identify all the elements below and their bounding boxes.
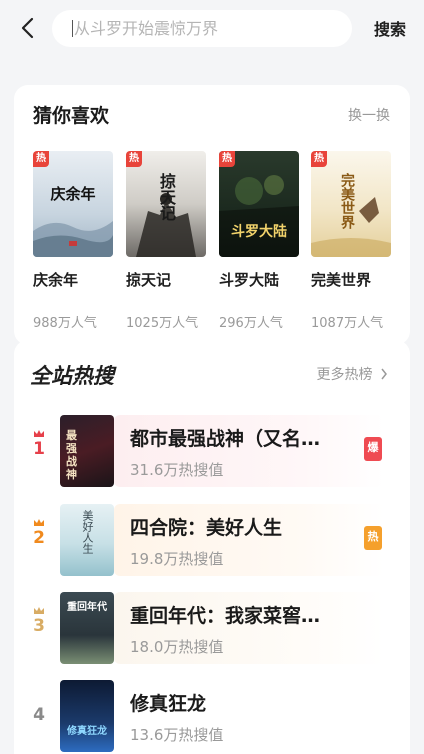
book-cover: 热 完美世界 [311,151,391,257]
crown-icon [34,607,44,614]
rank-number: 2 [33,528,45,548]
cover-title: 庆余年 [50,185,96,203]
hot-search-row[interactable]: 4 修真狂龙 修真狂龙 13.6万热搜值 [14,680,410,752]
hot-search-row[interactable]: 1 最强战神 都市最强战神（又名… 31.6万热搜值 爆 [14,415,410,487]
cover-title: 斗罗大陆 [231,224,287,240]
book-cover: 热 庆余年 [33,151,113,257]
rank-number: 3 [33,616,45,636]
hot-tag: 热 [311,151,327,167]
chevron-right-icon [381,368,387,380]
rank: 1 [28,429,50,459]
book-card[interactable]: 热 掠天记 掠天记 1025万人气 [126,151,206,331]
guess-you-like-card: 猜你喜欢 换一换 热 庆余年 庆余年 988万人气 热 掠天记 掠天记 1025… [14,85,410,345]
refresh-button[interactable]: 换一换 [348,105,390,125]
book-cover: 美好人生 [60,504,114,576]
book-cover: 最强战神 [60,415,114,487]
search-count: 18.0万热搜值 [130,638,224,656]
search-header: 搜索 [0,0,424,62]
hot-search-card: 全站热搜 更多热榜 1 最强战神 都市最强战神（又名… 31.6万热搜值 爆 2 [14,340,410,754]
book-name: 斗罗大陆 [219,271,280,289]
rank-number: 4 [33,705,45,725]
book-name: 掠天记 [126,271,172,289]
more-rankings-link[interactable]: 更多热榜 [317,364,388,384]
rank-number: 1 [33,439,45,459]
rank: 2 [28,518,50,548]
book-cover: 热 斗罗大陆 [219,151,299,257]
hot-search-row[interactable]: 3 重回年代 重回年代：我家菜窖… 18.0万热搜值 [14,592,410,664]
back-button[interactable] [14,14,42,42]
book-popularity: 988万人气 [33,316,97,331]
book-title: 四合院：美好人生 [130,517,283,539]
more-label: 更多热榜 [316,367,373,383]
cover-title: 美好人生 [81,510,94,554]
hot-search-row[interactable]: 2 美好人生 四合院：美好人生 19.8万热搜值 热 [14,504,410,576]
cover-title: 完美世界 [339,173,355,229]
cover-title: 最强战神 [66,429,77,481]
book-title: 都市最强战神（又名… [130,428,321,450]
book-name: 完美世界 [311,271,372,289]
hot-tag: 热 [219,151,235,167]
search-input[interactable] [74,10,334,47]
book-card[interactable]: 热 完美世界 完美世界 1087万人气 [311,151,391,331]
cover-title: 修真狂龙 [67,726,107,737]
hot-badge: 热 [364,526,382,550]
section-title: 全站热搜 [30,364,114,388]
rank: 4 [28,704,50,725]
book-title: 重回年代：我家菜窖… [130,605,321,627]
crown-icon [34,519,44,526]
book-popularity: 1087万人气 [311,316,384,331]
book-cover: 热 掠天记 [126,151,206,257]
book-cover: 修真狂龙 [60,680,114,752]
book-popularity: 1025万人气 [126,316,199,331]
search-button[interactable]: 搜索 [364,14,416,42]
book-cover: 重回年代 [60,592,114,664]
hot-badge: 爆 [364,437,382,461]
crown-icon [34,430,44,437]
back-arrow-icon [21,17,34,39]
section-title: 猜你喜欢 [33,105,110,127]
book-title: 修真狂龙 [130,693,207,715]
search-count: 19.8万热搜值 [130,550,224,568]
cover-title: 掠天记 [157,173,176,221]
book-card[interactable]: 热 庆余年 庆余年 988万人气 [33,151,113,331]
text-cursor [72,20,73,37]
book-popularity: 296万人气 [219,316,283,331]
cover-title: 重回年代 [67,602,107,613]
book-card[interactable]: 热 斗罗大陆 斗罗大陆 296万人气 [219,151,299,331]
hot-tag: 热 [126,151,142,167]
search-box[interactable] [52,10,352,47]
rank: 3 [28,606,50,636]
search-count: 13.6万热搜值 [130,726,224,744]
book-name: 庆余年 [33,271,79,289]
hot-tag: 热 [33,151,49,167]
search-count: 31.6万热搜值 [130,461,224,479]
